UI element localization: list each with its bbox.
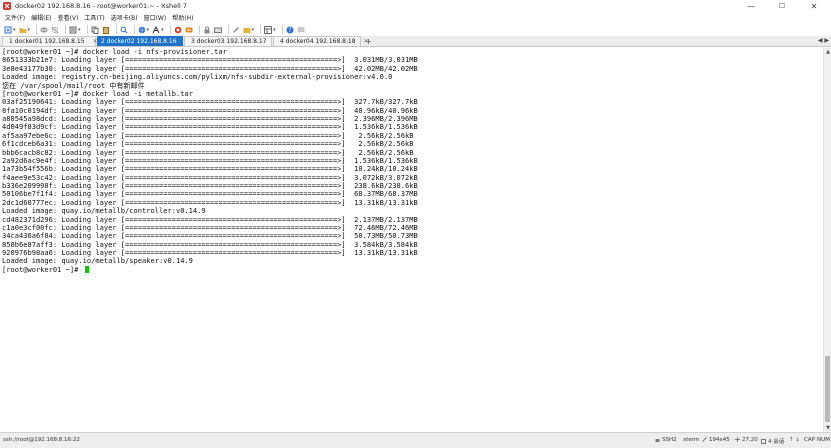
session-tab-bar: 1 docker01 192.168.8.15 ✕ 2 docker02 192… <box>0 36 831 47</box>
minimize-button[interactable]: — <box>737 0 765 12</box>
tab-scroll-arrows[interactable]: ◀ ▶ <box>818 37 829 44</box>
tab-label: 3 docker03 192.168.8.17 <box>191 38 267 45</box>
tab-label: 2 docker02 192.168.8.16 <box>101 38 177 45</box>
scroll-down-icon[interactable]: ▼ <box>824 424 831 432</box>
menu-tab[interactable]: 选项卡(B) <box>108 13 141 22</box>
cursor-position-icon <box>735 437 740 442</box>
terminal-size: 194x45 <box>709 437 730 443</box>
lock-icon <box>655 439 660 442</box>
menu-tools[interactable]: 工具(T) <box>81 13 107 22</box>
toolbar-divider <box>86 25 88 34</box>
xftp-icon[interactable] <box>185 26 193 34</box>
find-icon[interactable] <box>120 26 128 34</box>
menu-view[interactable]: 查看(V) <box>55 13 82 22</box>
terminal-line: [root@worker01 ~]# <box>2 264 823 274</box>
transfer-icon[interactable] <box>243 26 251 34</box>
globe-icon[interactable] <box>138 26 146 34</box>
toolbar-divider <box>65 25 67 34</box>
copy-icon[interactable] <box>91 26 99 34</box>
unlink-icon[interactable] <box>51 26 59 34</box>
open-folder-icon[interactable] <box>19 26 27 34</box>
menu-window[interactable]: 窗口(W) <box>141 13 170 22</box>
terminal-type: xterm <box>683 437 700 443</box>
title-bar: docker02 192.168.8.16 - root@worker01:~ … <box>0 0 831 12</box>
toolbar-divider <box>198 25 200 34</box>
tab-docker04[interactable]: 4 docker04 192.168.8.18 ✕ <box>273 36 369 46</box>
session-count: 4 会话 <box>768 439 785 445</box>
chevron-down-icon[interactable]: ▾ <box>147 27 150 33</box>
menu-help[interactable]: 帮助(H) <box>169 13 196 22</box>
cursor-position: 27,20 <box>742 437 758 443</box>
toolbar-divider <box>115 25 117 34</box>
chevron-down-icon[interactable]: ▾ <box>28 27 31 33</box>
lock-icon[interactable] <box>203 26 211 34</box>
tab-docker03[interactable]: 3 docker03 192.168.8.17 ✕ <box>184 36 280 46</box>
tab-docker02[interactable]: 2 docker02 192.168.8.16 ✕ <box>97 36 190 46</box>
keyboard-icon[interactable] <box>213 26 222 34</box>
terminal-size-status: 194x45 <box>702 437 730 443</box>
menu-bar: 文件(F) 编辑(E) 查看(V) 工具(T) 选项卡(B) 窗口(W) 帮助(… <box>0 12 831 23</box>
scroll-up-icon[interactable]: ▲ <box>824 48 831 56</box>
xshell-app-icon <box>3 2 11 10</box>
svg-text:?: ? <box>288 27 291 34</box>
help-icon[interactable]: ? <box>286 26 294 34</box>
status-bar: ssh://root@192.168.8.16:22 SSH2 xterm 19… <box>0 432 831 448</box>
protocol-label: SSH2 <box>662 437 677 443</box>
resize-icon <box>702 437 707 442</box>
chat-icon[interactable] <box>297 26 305 34</box>
session-count-status: 4 会话 <box>761 437 784 445</box>
toolbar: ▾ ▾ ▾ ▾ ▾ ▾ ▾ ? <box>0 23 831 36</box>
window-title: docker02 192.168.8.16 - root@worker01:~ … <box>15 2 187 10</box>
link-icon[interactable] <box>40 26 48 34</box>
transfer-arrows-icon: ↑ ↓ <box>789 437 800 443</box>
terminal-cursor <box>84 265 89 273</box>
maximize-button[interactable]: ☐ <box>768 0 796 12</box>
tab-close-icon[interactable]: ✕ <box>364 38 369 45</box>
num-lock-indicator: NUM <box>817 437 830 443</box>
terminal-scrollbar[interactable]: ▲ ▼ <box>823 48 831 432</box>
layout-icon[interactable] <box>264 25 273 34</box>
toolbar-divider <box>169 25 171 34</box>
compose-icon[interactable] <box>232 26 240 34</box>
tab-label: 4 docker04 192.168.8.18 <box>280 38 356 45</box>
font-icon[interactable] <box>152 25 160 34</box>
protocol-status: SSH2 <box>655 437 677 443</box>
toolbar-divider <box>227 25 229 34</box>
close-button[interactable]: ✕ <box>800 0 828 12</box>
cursor-position-status: 27,20 <box>735 437 758 443</box>
scrollbar-thumb[interactable] <box>825 356 830 422</box>
chevron-down-icon[interactable]: ▾ <box>78 27 81 33</box>
tab-label: 1 docker01 192.168.8.15 <box>9 38 85 45</box>
toolbar-divider <box>260 25 262 34</box>
menu-edit[interactable]: 编辑(E) <box>28 13 54 22</box>
color-icon[interactable] <box>174 26 182 34</box>
caps-lock-indicator: CAP <box>804 437 815 443</box>
sessions-icon <box>761 439 766 444</box>
tab-docker01[interactable]: 1 docker01 192.168.8.15 ✕ <box>2 36 98 46</box>
terminal-line: Loaded image: quay.io/metallb/speaker:v0… <box>2 257 823 265</box>
toolbar-divider <box>36 25 38 34</box>
chevron-down-icon[interactable]: ▾ <box>161 27 164 33</box>
connection-address: ssh://root@192.168.8.16:22 <box>3 437 80 443</box>
new-session-icon[interactable] <box>4 26 12 34</box>
toolbar-divider <box>281 25 283 34</box>
paste-icon[interactable] <box>102 26 110 34</box>
menu-file[interactable]: 文件(F) <box>2 13 28 22</box>
terminal-line-text: [root@worker01 ~]# <box>2 264 83 274</box>
chevron-down-icon[interactable]: ▾ <box>273 27 276 33</box>
terminal-output[interactable]: [root@worker01 ~]# docker load -i nfs-pr… <box>0 48 823 432</box>
chevron-down-icon[interactable]: ▾ <box>252 27 255 33</box>
chevron-down-icon[interactable]: ▾ <box>13 27 16 33</box>
terminal-lines: [root@worker01 ~]# docker load -i nfs-pr… <box>2 48 823 274</box>
properties-icon[interactable] <box>69 26 77 34</box>
toolbar-divider <box>133 25 135 34</box>
